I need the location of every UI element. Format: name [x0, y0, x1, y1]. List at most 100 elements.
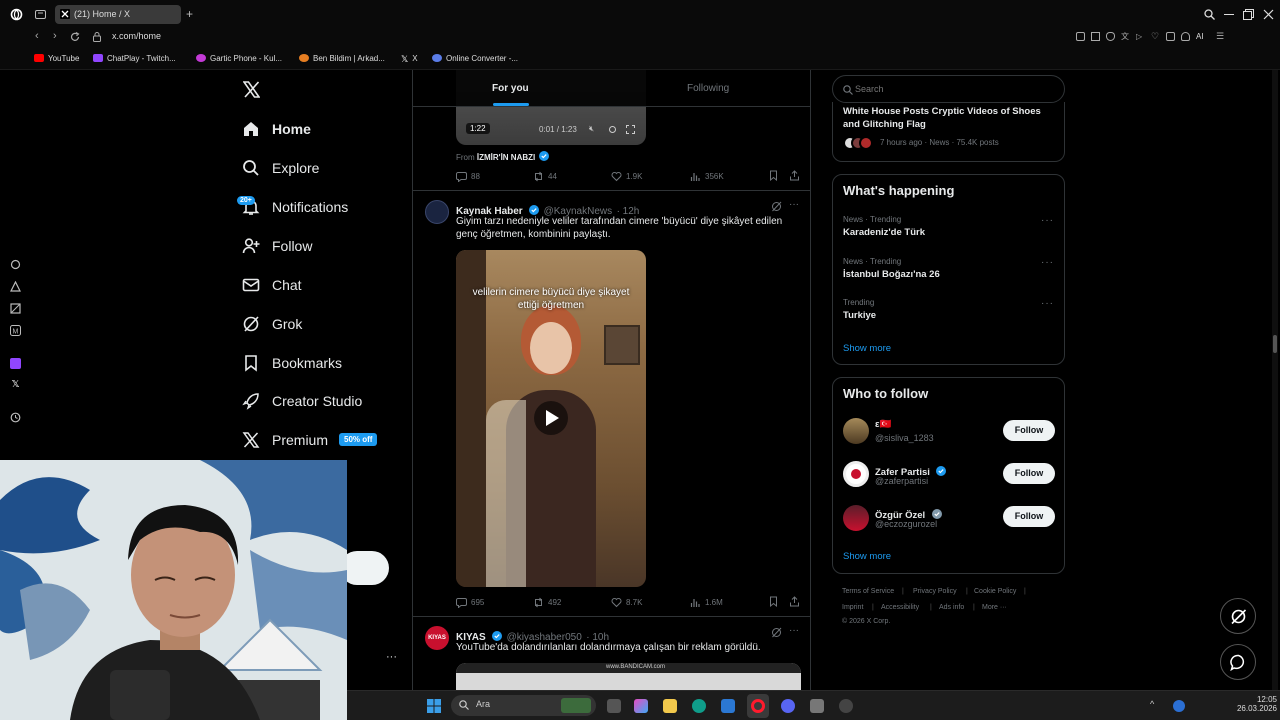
post2-bookmark-icon[interactable]: [768, 596, 779, 607]
nav-notifications[interactable]: Notifications: [242, 193, 348, 221]
bookmark-benbildim[interactable]: Ben Bildim | Arkad...: [299, 54, 385, 63]
nav-premium[interactable]: Premium: [242, 426, 328, 454]
post1-like[interactable]: 1.9K: [611, 171, 642, 182]
tab-for-you[interactable]: For you: [492, 83, 529, 94]
back-icon[interactable]: ‹: [35, 30, 39, 42]
discord-icon[interactable]: [781, 699, 795, 713]
trend-name[interactable]: Karadeniz'de Türk: [843, 227, 925, 238]
post2-more-icon[interactable]: ···: [789, 199, 799, 210]
footer-link[interactable]: Privacy Policy: [913, 588, 957, 595]
fullscreen-icon[interactable]: [626, 125, 635, 134]
minimize-icon[interactable]: [1224, 14, 1234, 15]
nav-creator-studio[interactable]: Creator Studio: [242, 387, 362, 415]
tab-following[interactable]: Following: [687, 83, 729, 94]
trend-more-icon[interactable]: ···: [1041, 257, 1054, 268]
post3-more-icon[interactable]: ···: [789, 625, 799, 636]
post2-avatar[interactable]: [425, 200, 449, 224]
close-window-icon[interactable]: [1263, 9, 1274, 20]
tab-x-home[interactable]: (21) Home / X: [55, 5, 181, 24]
post2-like[interactable]: 8.7K: [611, 597, 642, 608]
post2-reply[interactable]: 695: [456, 597, 484, 608]
footer-link[interactable]: Ads info: [939, 604, 964, 611]
nav-grok[interactable]: Grok: [242, 310, 302, 338]
pinboard-icon[interactable]: [10, 303, 21, 314]
post-button[interactable]: [340, 551, 389, 585]
follow-account-handle[interactable]: @zaferpartisi: [875, 476, 928, 486]
grok-icon[interactable]: [771, 201, 782, 212]
trend-more-icon[interactable]: ···: [1041, 298, 1054, 309]
footer-more-link[interactable]: More ···: [982, 604, 1007, 611]
follow-account-handle[interactable]: @sisliva_1283: [875, 433, 934, 443]
nav-follow[interactable]: Follow: [242, 232, 312, 260]
lock-icon[interactable]: [93, 32, 101, 42]
new-tab-plus-icon[interactable]: +: [186, 7, 193, 21]
avatar[interactable]: [843, 461, 869, 487]
nav-chat[interactable]: Chat: [242, 271, 302, 299]
post2-repost[interactable]: 492: [533, 597, 561, 608]
trend-name[interactable]: Turkiye: [843, 310, 876, 321]
restore-icon[interactable]: [1243, 9, 1254, 20]
footer-link[interactable]: Cookie Policy: [974, 588, 1016, 595]
bookmark-converter[interactable]: Online Converter -...: [432, 54, 518, 63]
forward-icon[interactable]: ›: [53, 30, 57, 42]
opera-logo-icon[interactable]: [10, 8, 23, 21]
ai-icon[interactable]: AI: [1196, 32, 1210, 41]
account-more-icon[interactable]: ···: [386, 651, 397, 663]
search-box[interactable]: [832, 75, 1065, 103]
twitch-icon[interactable]: [10, 358, 21, 369]
bookmark-x[interactable]: 𝕏X: [401, 54, 418, 64]
play-button[interactable]: [534, 401, 568, 435]
follow-button[interactable]: Follow: [1003, 420, 1055, 441]
history-icon[interactable]: [10, 412, 21, 423]
messages-fab[interactable]: [1220, 644, 1256, 680]
follow-account-name[interactable]: ε🇹🇷: [875, 419, 891, 430]
file-explorer-icon[interactable]: [663, 699, 677, 713]
happening-show-more[interactable]: Show more: [843, 343, 891, 354]
aria-icon[interactable]: [10, 281, 21, 292]
obs-icon[interactable]: [839, 699, 853, 713]
nav-explore[interactable]: Explore: [242, 154, 319, 182]
profile-icon[interactable]: [1181, 32, 1190, 41]
post1-bookmark-icon[interactable]: [768, 170, 779, 181]
extensions-icon[interactable]: [1166, 32, 1175, 41]
messenger-icon[interactable]: M: [10, 325, 21, 336]
bookmark-page-icon[interactable]: [1076, 32, 1085, 41]
heart-icon[interactable]: ♡: [1151, 32, 1160, 41]
footer-link[interactable]: Terms of Service: [842, 588, 894, 595]
bookmark-gartic[interactable]: Gartic Phone - Kul...: [196, 54, 282, 63]
footer-link[interactable]: Imprint: [842, 604, 863, 611]
settings-icon[interactable]: [608, 125, 617, 134]
post1-reply[interactable]: 88: [456, 171, 480, 182]
snapshot-icon[interactable]: [1091, 32, 1100, 41]
tab-island-icon[interactable]: [35, 10, 46, 19]
taskbar-search[interactable]: Ara: [451, 695, 596, 716]
taskbar-clock[interactable]: 12:05 26.03.2026: [1217, 695, 1277, 713]
news-card[interactable]: White House Posts Cryptic Videos of Shoe…: [832, 102, 1065, 162]
post2-views[interactable]: 1.6M: [690, 597, 723, 608]
opera-taskbar-item[interactable]: [747, 694, 769, 718]
scrollbar-thumb[interactable]: [1273, 335, 1277, 353]
post1-views[interactable]: 356K: [690, 171, 724, 182]
url-field[interactable]: x.com/home: [112, 31, 161, 41]
tray-app-icon[interactable]: [1173, 700, 1185, 712]
post1-from-source[interactable]: İZMİR'İN NABZI: [477, 153, 535, 162]
post3-image[interactable]: www.BANDICAM.com: [456, 663, 801, 690]
reload-icon[interactable]: [70, 32, 80, 42]
search-tabs-icon[interactable]: [1204, 9, 1215, 20]
post2-share-icon[interactable]: [789, 596, 800, 607]
post2-video[interactable]: velilerin cimere büyücü diye şikayet ett…: [456, 250, 646, 587]
x-sidebar-icon[interactable]: 𝕏: [10, 379, 21, 390]
grok-fab[interactable]: [1220, 598, 1256, 634]
edge-icon[interactable]: [692, 699, 706, 713]
copilot-icon[interactable]: [634, 699, 648, 713]
avatar[interactable]: [843, 505, 869, 531]
follow-show-more[interactable]: Show more: [843, 551, 891, 562]
app-icon[interactable]: [810, 699, 824, 713]
post3-avatar[interactable]: KIYAS: [425, 626, 449, 650]
nav-home[interactable]: Home: [242, 115, 311, 143]
trend-more-icon[interactable]: ···: [1041, 215, 1054, 226]
trend-name[interactable]: İstanbul Boğazı'na 26: [843, 269, 940, 280]
menu-icon[interactable]: ☰: [1216, 32, 1225, 41]
search-input[interactable]: [855, 82, 1055, 96]
sync-icon[interactable]: [10, 259, 21, 270]
